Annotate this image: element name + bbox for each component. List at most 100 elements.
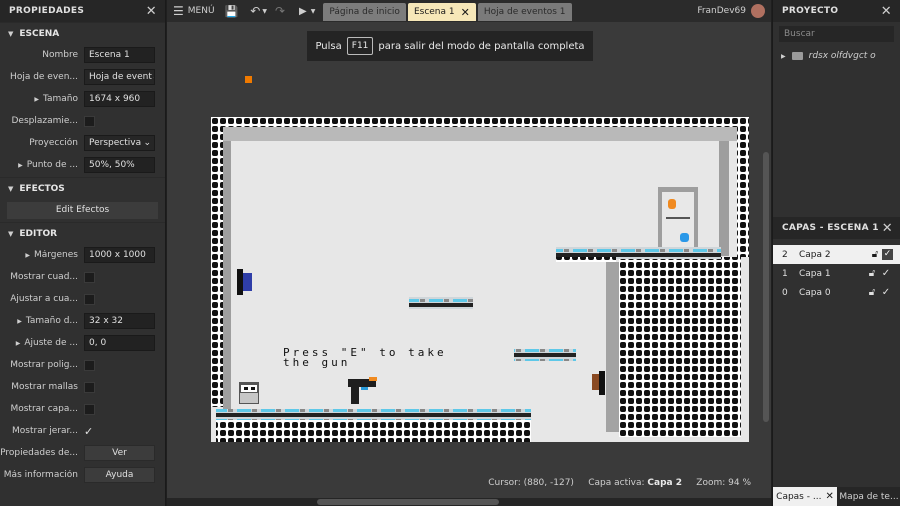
- scene-name-input[interactable]: Escena 1: [84, 47, 155, 63]
- projection-select[interactable]: Perspectiva ⌄: [84, 135, 155, 151]
- show-layers-checkbox[interactable]: [84, 403, 95, 415]
- grid-offset-input[interactable]: 0, 0: [84, 335, 155, 351]
- pickup-hint-text-line2[interactable]: the gun: [283, 357, 350, 368]
- expand-triangle-icon: ▶: [25, 252, 30, 259]
- status-bar: Cursor: (880, -127) Capa activa: Capa 2 …: [488, 478, 751, 488]
- visible-check-icon[interactable]: ✓: [879, 287, 893, 298]
- tab-tilemap[interactable]: Mapa de te...: [837, 487, 900, 506]
- collapse-triangle-icon: ▼: [8, 229, 14, 238]
- prop-vanishing-label[interactable]: ▶ Punto de ...: [0, 160, 84, 170]
- vanishing-input[interactable]: 50%, 50%: [84, 157, 155, 173]
- close-tab-icon[interactable]: ✕: [461, 6, 470, 19]
- prop-margins-label[interactable]: ▶ Márgenes: [0, 250, 84, 260]
- tab-tilemap-label: Mapa de te...: [839, 491, 899, 502]
- horizontal-scrollbar[interactable]: [317, 499, 499, 505]
- prop-margins-text: Márgenes: [33, 250, 78, 260]
- layer-row[interactable]: 0 Capa 0 🔓︎ ✓: [773, 283, 900, 302]
- prop-grid-size: ▶ Tamaño d... 32 x 32: [0, 310, 165, 332]
- properties-title: PROPIEDADES: [9, 6, 85, 16]
- prop-show-layers-label: Mostrar capa...: [10, 404, 78, 414]
- scene-artwork: [211, 117, 749, 442]
- scroll-checkbox[interactable]: [84, 115, 95, 127]
- section-scene[interactable]: ▼ ESCENA: [0, 22, 165, 44]
- lock-icon[interactable]: 🔓︎: [865, 287, 879, 298]
- help-button[interactable]: Ayuda: [84, 467, 155, 483]
- lock-icon[interactable]: 🔓︎: [868, 249, 882, 260]
- close-icon[interactable]: ✕: [882, 222, 893, 235]
- show-hierarchy-checkbox[interactable]: ✓: [84, 426, 95, 437]
- prop-grid-offset: ▶ Ajuste de ... 0, 0: [0, 332, 165, 354]
- prop-grid-offset-label[interactable]: ▶ Ajuste de ...: [0, 338, 84, 348]
- avatar[interactable]: [751, 4, 765, 18]
- prop-show-hierarchy: Mostrar jerar... ✓: [0, 420, 165, 442]
- view-button[interactable]: Ver: [84, 445, 155, 461]
- hint-key: F11: [346, 37, 374, 55]
- prop-show-hierarchy-label: Mostrar jerar...: [12, 426, 78, 436]
- prop-grid-size-text: Tamaño d...: [25, 316, 78, 326]
- tab-layers[interactable]: Capas - ... ✕: [773, 487, 837, 506]
- prop-size: ▶ Tamaño 1674 x 960: [0, 88, 165, 110]
- prop-grid-offset-text: Ajuste de ...: [24, 338, 78, 348]
- eventsheet-select[interactable]: Hoja de event⌄: [84, 69, 155, 85]
- snap-grid-checkbox[interactable]: [84, 293, 95, 305]
- scene-size-input[interactable]: 1674 x 960: [84, 91, 155, 107]
- orange-marker-sprite[interactable]: [245, 76, 252, 83]
- prop-show-grid-label: Mostrar cuad...: [10, 272, 78, 282]
- prop-more-info-label: Más información: [3, 470, 78, 480]
- main-toolbar: ☰ MENÚ 💾 ↶ ▼ ↷ ▶ ▼ Página de inicio Esce…: [167, 0, 771, 22]
- section-editor[interactable]: ▼ EDITOR: [0, 222, 165, 244]
- margins-input[interactable]: 1000 x 1000: [84, 247, 155, 263]
- undo-icon[interactable]: ↶: [250, 4, 260, 18]
- visible-checkbox-icon[interactable]: ✓: [882, 249, 893, 260]
- chevron-down-icon[interactable]: ▼: [311, 8, 316, 15]
- hint-after: para salir del modo de pantalla completa: [378, 40, 585, 52]
- close-icon[interactable]: ✕: [146, 5, 157, 18]
- tab-home[interactable]: Página de inicio: [323, 3, 406, 21]
- chevron-down-icon[interactable]: ▼: [262, 8, 267, 15]
- prop-name-label: Nombre: [42, 50, 78, 60]
- show-grid-checkbox[interactable]: [84, 271, 95, 283]
- edit-effects-button[interactable]: Edit Efectos: [7, 202, 158, 219]
- lock-icon[interactable]: 🔓︎: [865, 268, 879, 279]
- tab-scene-1[interactable]: Escena 1 ✕: [407, 3, 476, 21]
- section-effects-label: EFECTOS: [19, 183, 65, 194]
- prop-scroll-label: Desplazamie...: [11, 116, 78, 126]
- layers-title: CAPAS - ESCENA 1: [782, 223, 879, 233]
- grid-size-input[interactable]: 32 x 32: [84, 313, 155, 329]
- play-icon[interactable]: ▶: [299, 6, 307, 17]
- menu-button[interactable]: ☰ MENÚ: [173, 4, 215, 18]
- prop-show-layers: Mostrar capa...: [0, 398, 165, 420]
- user-account[interactable]: FranDev69: [697, 0, 765, 22]
- construct-editor: PROPIEDADES ✕ ▼ ESCENA Nombre Escena 1 Ho…: [0, 0, 900, 506]
- prop-grid-size-label[interactable]: ▶ Tamaño d...: [0, 316, 84, 326]
- prop-more-info: Más información Ayuda: [0, 464, 165, 486]
- scene-layout[interactable]: Press "E" to take the gun: [211, 117, 749, 442]
- layer-row[interactable]: 2 Capa 2 🔓︎ ✓: [773, 245, 900, 264]
- project-root-item[interactable]: ▶ rdsx olfdvgct o: [773, 46, 900, 66]
- project-title: PROYECTO: [782, 6, 839, 16]
- show-polygons-checkbox[interactable]: [84, 359, 95, 371]
- prop-show-grid: Mostrar cuad...: [0, 266, 165, 288]
- vertical-scrollbar[interactable]: [763, 152, 769, 422]
- expand-triangle-icon[interactable]: ▶: [781, 53, 786, 60]
- cursor-readout: Cursor: (880, -127): [488, 478, 574, 488]
- layers-header: CAPAS - ESCENA 1 ✕: [773, 217, 900, 239]
- project-search-input[interactable]: Buscar: [779, 26, 894, 42]
- prop-show-meshes: Mostrar mallas: [0, 376, 165, 398]
- tab-event-sheet-1[interactable]: Hoja de eventos 1: [477, 3, 572, 21]
- layer-row[interactable]: 1 Capa 1 🔓︎ ✓: [773, 264, 900, 283]
- save-icon[interactable]: 💾: [225, 5, 239, 18]
- close-tab-icon[interactable]: ✕: [825, 491, 833, 502]
- show-meshes-checkbox[interactable]: [84, 381, 95, 393]
- tab-event-sheet-1-label: Hoja de eventos 1: [483, 7, 566, 17]
- prop-size-label[interactable]: ▶ Tamaño: [0, 94, 84, 104]
- expand-triangle-icon: ▶: [18, 162, 23, 169]
- layout-canvas[interactable]: Pulsa F11 para salir del modo de pantall…: [167, 22, 771, 498]
- layer-name: Capa 2: [799, 249, 831, 260]
- section-effects[interactable]: ▼ EFECTOS: [0, 177, 165, 199]
- prop-projection: Proyección Perspectiva ⌄: [0, 132, 165, 154]
- visible-check-icon[interactable]: ✓: [879, 268, 893, 279]
- close-icon[interactable]: ✕: [881, 5, 892, 18]
- project-header: PROYECTO ✕: [773, 0, 900, 22]
- redo-icon[interactable]: ↷: [275, 4, 285, 18]
